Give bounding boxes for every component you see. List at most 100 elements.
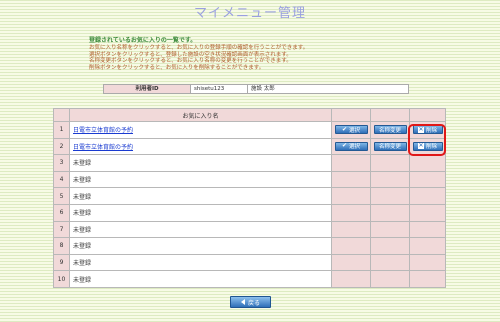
favorite-name-unregistered: 未登録 <box>73 193 92 201</box>
favorite-name-unregistered: 未登録 <box>73 226 92 234</box>
delete-cell: ✕ 削除 <box>409 121 446 139</box>
select-cell <box>331 237 371 255</box>
delete-cell <box>409 270 446 288</box>
delete-button-label: 削除 <box>425 127 437 134</box>
check-icon: ✔ <box>341 142 347 150</box>
select-cell <box>331 203 371 222</box>
user-id-label: 利用者ID <box>103 84 191 94</box>
select-button[interactable]: ✔ 選択 <box>334 141 368 151</box>
x-icon: ✕ <box>417 142 424 150</box>
favorite-name-cell: 未登録 <box>69 170 332 189</box>
row-number: 2 <box>53 137 70 156</box>
favorites-header: お気に入り名 <box>69 108 332 122</box>
user-info-table: 利用者ID shisetu123 施設 太郎 <box>103 84 409 94</box>
row-number: 7 <box>53 220 70 239</box>
select-cell: ✔ 選択 <box>331 121 371 139</box>
favorite-name-cell: 未登録 <box>69 220 332 239</box>
delete-button-label: 削除 <box>425 144 437 151</box>
select-cell <box>331 220 371 239</box>
row-number: 8 <box>53 237 70 255</box>
favorite-name-unregistered: 未登録 <box>73 160 92 168</box>
select-button-label: 選択 <box>349 127 361 134</box>
intro-line: お気に入り名称をクリックすると、お気に入りの登録手順の確認を行うことができます。 <box>89 45 309 51</box>
favorite-name-cell: 未登録 <box>69 203 332 222</box>
check-icon: ✔ <box>341 125 347 133</box>
select-button[interactable]: ✔ 選択 <box>334 125 368 135</box>
select-cell <box>331 170 371 189</box>
table-row: 8 未登録 <box>53 237 446 255</box>
favorite-name-link[interactable]: 日電市立体育館の予約 <box>73 127 133 134</box>
header-delete-cell <box>409 108 446 122</box>
rename-button[interactable]: 名称変更 <box>373 141 407 151</box>
favorite-name-unregistered: 未登録 <box>73 276 92 284</box>
table-row: 6 未登録 <box>53 203 446 222</box>
row-number: 1 <box>53 121 70 139</box>
table-row: 5 未登録 <box>53 187 446 205</box>
delete-cell <box>409 203 446 222</box>
row-number: 6 <box>53 203 70 222</box>
row-number: 4 <box>53 170 70 189</box>
select-cell <box>331 253 371 272</box>
back-button[interactable]: 戻る <box>230 296 271 308</box>
delete-cell <box>409 237 446 255</box>
rename-cell <box>370 220 410 239</box>
user-id-value: shisetu123 <box>190 84 248 94</box>
intro-line: 削除ボタンをクリックすると、お気に入りを削除することができます。 <box>89 64 265 71</box>
favorite-name-unregistered: 未登録 <box>73 243 92 251</box>
table-row: 2 日電市立体育館の予約 ✔ 選択 名称変更 ✕ 削除 <box>53 137 446 156</box>
page-title: マイメニュー管理 <box>193 6 306 21</box>
intro-heading: 登録されているお気に入りの一覧です。 <box>89 37 197 44</box>
rename-button[interactable]: 名称変更 <box>373 125 407 135</box>
rename-cell <box>370 187 410 205</box>
rename-cell: 名称変更 <box>370 137 410 156</box>
delete-cell <box>409 220 446 239</box>
delete-button[interactable]: ✕ 削除 <box>412 141 443 151</box>
delete-button[interactable]: ✕ 削除 <box>412 125 443 135</box>
favorite-name-cell: 日電市立体育館の予約 <box>69 137 332 156</box>
select-cell <box>331 187 371 205</box>
delete-cell <box>409 170 446 189</box>
x-icon: ✕ <box>417 125 424 133</box>
select-cell <box>331 154 371 172</box>
row-number: 3 <box>53 154 70 172</box>
table-row: 10 未登録 <box>53 270 446 288</box>
favorite-name-cell: 未登録 <box>69 270 332 288</box>
row-number: 9 <box>53 253 70 272</box>
row-number: 10 <box>53 270 70 288</box>
rename-button-label: 名称変更 <box>378 144 401 151</box>
favorite-name-cell: 未登録 <box>69 237 332 255</box>
favorite-name-link[interactable]: 日電市立体育館の予約 <box>73 144 133 151</box>
table-row: 7 未登録 <box>53 220 446 239</box>
favorite-name-cell: 未登録 <box>69 187 332 205</box>
favorites-header-row: お気に入り名 <box>53 108 446 122</box>
delete-cell: ✕ 削除 <box>409 137 446 156</box>
select-cell: ✔ 選択 <box>331 137 371 156</box>
favorite-name-cell: 未登録 <box>69 253 332 272</box>
rename-cell <box>370 203 410 222</box>
header-rename-cell <box>370 108 410 122</box>
favorite-name-cell: 日電市立体育館の予約 <box>69 121 332 139</box>
select-cell <box>331 270 371 288</box>
intro-line: 名称変更ボタンをクリックすると、お気に入り名称の変更を行うことができます。 <box>89 58 292 65</box>
intro-description: お気に入り名称をクリックすると、お気に入りの登録手順の確認を行うことができます。… <box>89 45 308 71</box>
user-name-value: 施設 太郎 <box>247 84 409 94</box>
table-row: 9 未登録 <box>53 253 446 272</box>
rename-cell <box>370 270 410 288</box>
select-button-label: 選択 <box>349 144 361 151</box>
row-number: 5 <box>53 187 70 205</box>
rename-cell <box>370 170 410 189</box>
favorites-table: お気に入り名 1 日電市立体育館の予約 ✔ 選択 名称変更 ✕ 削除 2 日電市立体育館の予約 ✔… <box>53 108 446 288</box>
favorite-name-unregistered: 未登録 <box>73 177 92 185</box>
favorite-name-unregistered: 未登録 <box>73 210 92 218</box>
delete-cell <box>409 253 446 272</box>
header-select-cell <box>331 108 371 122</box>
back-button-label: 戻る <box>247 299 260 307</box>
table-row: 1 日電市立体育館の予約 ✔ 選択 名称変更 ✕ 削除 <box>53 121 446 139</box>
rename-cell <box>370 253 410 272</box>
favorite-name-cell: 未登録 <box>69 154 332 172</box>
table-row: 3 未登録 <box>53 154 446 172</box>
delete-cell <box>409 187 446 205</box>
rename-button-label: 名称変更 <box>378 127 401 134</box>
back-arrow-icon <box>240 299 245 305</box>
delete-cell <box>409 154 446 172</box>
